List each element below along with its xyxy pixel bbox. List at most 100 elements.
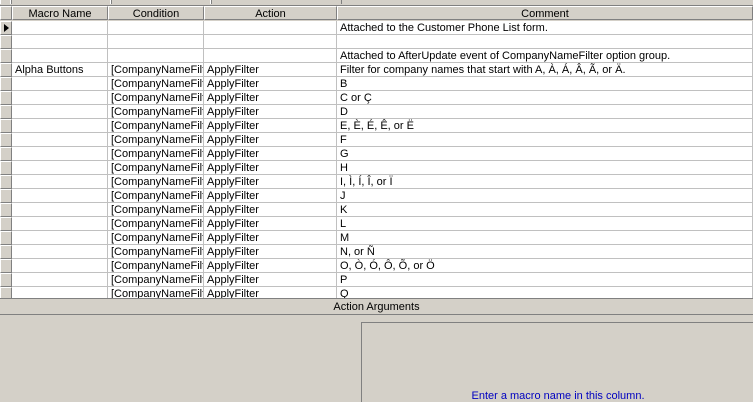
select-all-corner[interactable] <box>0 6 12 20</box>
column-header-macro-name[interactable]: Macro Name <box>12 6 108 20</box>
table-row[interactable]: [CompanyNameFilte ApplyFilter O, Ò, Ó, Ô, … <box>0 259 753 273</box>
row-selector[interactable] <box>0 63 12 77</box>
comment-cell[interactable]: J <box>337 189 753 203</box>
condition-cell[interactable]: [CompanyNameFilte <box>108 231 204 245</box>
comment-cell[interactable]: Filter for company names that start with… <box>337 63 753 77</box>
row-selector[interactable] <box>0 189 12 203</box>
comment-cell[interactable]: Attached to AfterUpdate event of Company… <box>337 49 753 63</box>
table-row[interactable]: Attached to the Customer Phone List form… <box>0 21 753 35</box>
comment-cell[interactable]: F <box>337 133 753 147</box>
condition-cell[interactable]: [CompanyNameFilte <box>108 245 204 259</box>
row-selector[interactable] <box>0 175 12 189</box>
action-cell[interactable] <box>204 21 337 35</box>
macro-name-cell[interactable] <box>12 119 108 133</box>
condition-cell[interactable]: [CompanyNameFilte <box>108 217 204 231</box>
action-cell[interactable]: ApplyFilter <box>204 91 337 105</box>
comment-cell[interactable]: O, Ò, Ó, Ô, Õ, or Ö <box>337 259 753 273</box>
comment-cell[interactable]: D <box>337 105 753 119</box>
action-cell[interactable]: ApplyFilter <box>204 133 337 147</box>
macro-name-cell[interactable] <box>12 105 108 119</box>
table-row[interactable]: [CompanyNameFilte ApplyFilter Q <box>0 287 753 298</box>
action-cell[interactable]: ApplyFilter <box>204 119 337 133</box>
comment-cell[interactable]: B <box>337 77 753 91</box>
condition-cell[interactable]: [CompanyNameFilte <box>108 259 204 273</box>
macro-name-cell[interactable] <box>12 91 108 105</box>
condition-cell[interactable] <box>108 49 204 63</box>
row-selector[interactable] <box>0 161 12 175</box>
macro-name-cell[interactable] <box>12 231 108 245</box>
table-row[interactable]: [CompanyNameFilte ApplyFilter N, or Ñ <box>0 245 753 259</box>
macro-name-cell[interactable] <box>12 49 108 63</box>
row-selector[interactable] <box>0 245 12 259</box>
action-cell[interactable]: ApplyFilter <box>204 273 337 287</box>
table-row[interactable]: [CompanyNameFilte ApplyFilter I, Ì, Í, Î, … <box>0 175 753 189</box>
macro-name-cell[interactable] <box>12 147 108 161</box>
macro-name-cell[interactable] <box>12 217 108 231</box>
condition-cell[interactable]: [CompanyNameFilte <box>108 273 204 287</box>
column-header-action[interactable]: Action <box>204 6 337 20</box>
table-row[interactable]: [CompanyNameFilte ApplyFilter E, È, É, Ê, … <box>0 119 753 133</box>
table-row[interactable]: [CompanyNameFilte ApplyFilter L <box>0 217 753 231</box>
table-row[interactable]: Alpha Buttons [CompanyNameFilte ApplyFilte… <box>0 63 753 77</box>
table-row[interactable]: [CompanyNameFilte ApplyFilter J <box>0 189 753 203</box>
macro-name-cell[interactable] <box>12 287 108 298</box>
action-cell[interactable]: ApplyFilter <box>204 161 337 175</box>
macro-name-cell[interactable] <box>12 161 108 175</box>
action-cell[interactable]: ApplyFilter <box>204 245 337 259</box>
macro-name-cell[interactable] <box>12 245 108 259</box>
macro-grid[interactable]: Macro Name Condition Action Comment Atta… <box>0 6 753 298</box>
macro-name-cell[interactable] <box>12 133 108 147</box>
action-cell[interactable]: ApplyFilter <box>204 189 337 203</box>
row-selector[interactable] <box>0 105 12 119</box>
action-cell[interactable]: ApplyFilter <box>204 77 337 91</box>
row-selector[interactable] <box>0 133 12 147</box>
comment-cell[interactable]: G <box>337 147 753 161</box>
table-row[interactable]: [CompanyNameFilte ApplyFilter F <box>0 133 753 147</box>
macro-name-cell[interactable] <box>12 189 108 203</box>
condition-cell[interactable]: [CompanyNameFilte <box>108 105 204 119</box>
macro-name-cell[interactable] <box>12 35 108 49</box>
row-selector[interactable] <box>0 77 12 91</box>
table-row[interactable]: [CompanyNameFilte ApplyFilter H <box>0 161 753 175</box>
column-header-condition[interactable]: Condition <box>108 6 204 20</box>
comment-cell[interactable]: K <box>337 203 753 217</box>
row-selector[interactable] <box>0 91 12 105</box>
macro-name-cell[interactable] <box>12 273 108 287</box>
condition-cell[interactable]: [CompanyNameFilte <box>108 119 204 133</box>
row-selector[interactable] <box>0 259 12 273</box>
row-selector[interactable] <box>0 287 12 298</box>
comment-cell[interactable]: P <box>337 273 753 287</box>
action-cell[interactable] <box>204 35 337 49</box>
row-selector[interactable] <box>0 49 12 63</box>
condition-cell[interactable]: [CompanyNameFilte <box>108 287 204 298</box>
table-row[interactable]: [CompanyNameFilte ApplyFilter C or Ç <box>0 91 753 105</box>
comment-cell[interactable] <box>337 35 753 49</box>
table-row[interactable]: [CompanyNameFilte ApplyFilter M <box>0 231 753 245</box>
action-cell[interactable]: ApplyFilter <box>204 217 337 231</box>
comment-cell[interactable]: Q <box>337 287 753 298</box>
action-cell[interactable]: ApplyFilter <box>204 105 337 119</box>
table-row[interactable]: [CompanyNameFilte ApplyFilter K <box>0 203 753 217</box>
column-header-comment[interactable]: Comment <box>337 6 753 20</box>
condition-cell[interactable]: [CompanyNameFilte <box>108 77 204 91</box>
comment-cell[interactable]: M <box>337 231 753 245</box>
table-row[interactable]: [CompanyNameFilte ApplyFilter B <box>0 77 753 91</box>
action-cell[interactable]: ApplyFilter <box>204 259 337 273</box>
condition-cell[interactable] <box>108 35 204 49</box>
comment-cell[interactable]: H <box>337 161 753 175</box>
action-cell[interactable]: ApplyFilter <box>204 63 337 77</box>
action-cell[interactable]: ApplyFilter <box>204 203 337 217</box>
row-selector[interactable] <box>0 273 12 287</box>
macro-name-cell[interactable] <box>12 77 108 91</box>
action-cell[interactable] <box>204 49 337 63</box>
condition-cell[interactable]: [CompanyNameFilte <box>108 175 204 189</box>
condition-cell[interactable]: [CompanyNameFilte <box>108 91 204 105</box>
row-selector[interactable] <box>0 119 12 133</box>
condition-cell[interactable]: [CompanyNameFilte <box>108 147 204 161</box>
condition-cell[interactable]: [CompanyNameFilte <box>108 203 204 217</box>
macro-name-cell[interactable] <box>12 203 108 217</box>
table-row[interactable]: [CompanyNameFilte ApplyFilter D <box>0 105 753 119</box>
macro-name-cell[interactable] <box>12 21 108 35</box>
row-selector[interactable] <box>0 35 12 49</box>
row-selector[interactable] <box>0 217 12 231</box>
